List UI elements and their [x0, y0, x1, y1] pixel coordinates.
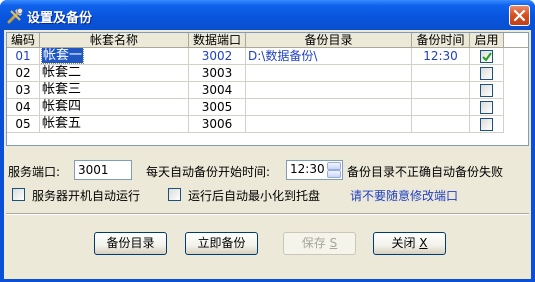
- save-hotkey: S: [329, 236, 338, 250]
- cell-code[interactable]: 02: [7, 65, 40, 82]
- autostart-label[interactable]: 服务器开机自动运行: [32, 187, 140, 204]
- close-icon: [513, 9, 526, 22]
- backup-time-spinner[interactable]: 12:30: [286, 160, 343, 180]
- close-hotkey: X: [419, 236, 428, 250]
- spinner-arrows: [327, 162, 341, 178]
- daily-backup-label: 每天自动备份开始时间:: [146, 165, 271, 179]
- cell-name[interactable]: 帐套五: [40, 116, 189, 133]
- table-row[interactable]: 05 帐套五 3006: [7, 116, 504, 133]
- enabled-checkbox[interactable]: [480, 118, 493, 131]
- check-icon: [482, 52, 492, 62]
- cell-time[interactable]: [412, 65, 470, 82]
- cell-enabled: [470, 48, 504, 65]
- cell-time[interactable]: [412, 99, 470, 116]
- cell-port[interactable]: 3003: [189, 65, 246, 82]
- col-header-dir[interactable]: 备份目录: [246, 33, 412, 48]
- enabled-checkbox[interactable]: [480, 50, 493, 63]
- table-row[interactable]: 01 帐套一 3002 D:\数据备份\ 12:30: [7, 48, 504, 65]
- cell-name[interactable]: 帐套三: [40, 82, 189, 99]
- enabled-checkbox[interactable]: [480, 101, 493, 114]
- backup-dir-button[interactable]: 备份目录: [94, 232, 167, 255]
- cell-dir[interactable]: [246, 82, 412, 99]
- col-header-filler: [504, 33, 528, 48]
- cell-time[interactable]: 12:30: [412, 48, 470, 65]
- dialog-window: 设置及备份 编码 帐套名称 数据端口 备份目录 备份时间 启用 01 帐套一 3…: [0, 0, 535, 282]
- spin-up-icon[interactable]: [327, 162, 341, 170]
- cell-port[interactable]: 3006: [189, 116, 246, 133]
- col-header-enabled[interactable]: 启用: [470, 33, 504, 48]
- cell-code[interactable]: 04: [7, 99, 40, 116]
- service-port-label: 服务端口:: [8, 165, 61, 179]
- tools-icon: [7, 8, 23, 24]
- cell-dir[interactable]: [246, 65, 412, 82]
- backup-dir-warning: 备份目录不正确自动备份失败: [347, 165, 504, 179]
- cell-code[interactable]: 05: [7, 116, 40, 133]
- spin-down-icon[interactable]: [327, 170, 341, 178]
- backup-now-button[interactable]: 立即备份: [185, 232, 258, 255]
- table-row[interactable]: 02 帐套二 3003: [7, 65, 504, 82]
- close-button[interactable]: 关闭 X: [373, 232, 446, 255]
- cell-time[interactable]: [412, 116, 470, 133]
- cell-dir[interactable]: [246, 116, 412, 133]
- divider: [6, 213, 529, 215]
- cell-time[interactable]: [412, 82, 470, 99]
- cell-name[interactable]: 帐套二: [40, 65, 189, 82]
- cell-enabled: [470, 82, 504, 99]
- settings-panel: 服务端口: 3001 每天自动备份开始时间: 12:30 备份目录不正确自动备份…: [6, 152, 529, 206]
- dialog-body: 编码 帐套名称 数据端口 备份目录 备份时间 启用 01 帐套一 3002 D:…: [4, 30, 531, 279]
- cell-enabled: [470, 116, 504, 133]
- save-button[interactable]: 保存 S: [283, 232, 356, 255]
- cell-name[interactable]: 帐套一: [40, 48, 189, 65]
- cell-enabled: [470, 65, 504, 82]
- table-row[interactable]: 04 帐套四 3005: [7, 99, 504, 116]
- window-title: 设置及备份: [27, 11, 93, 26]
- close-label: 关闭: [391, 236, 416, 250]
- backup-time-value: 12:30: [290, 162, 325, 176]
- minimize-label[interactable]: 运行后自动最小化到托盘: [188, 187, 320, 204]
- close-window-button[interactable]: [509, 5, 530, 26]
- cell-port[interactable]: 3002: [189, 48, 246, 65]
- table-header: 编码 帐套名称 数据端口 备份目录 备份时间 启用: [7, 33, 528, 48]
- title-bar[interactable]: 设置及备份: [0, 0, 535, 30]
- minimize-checkbox[interactable]: [168, 188, 181, 201]
- cell-dir[interactable]: [246, 99, 412, 116]
- col-header-port[interactable]: 数据端口: [189, 33, 246, 48]
- enabled-checkbox[interactable]: [480, 67, 493, 80]
- cell-code[interactable]: 01: [7, 48, 40, 65]
- autostart-checkbox[interactable]: [12, 188, 25, 201]
- col-header-time[interactable]: 备份时间: [412, 33, 470, 48]
- port-notice: 请不要随意修改端口: [350, 189, 459, 203]
- cell-dir[interactable]: D:\数据备份\: [246, 48, 412, 65]
- col-header-code[interactable]: 编码: [7, 33, 40, 48]
- cell-name[interactable]: 帐套四: [40, 99, 189, 116]
- selected-name[interactable]: 帐套一: [40, 48, 85, 64]
- cell-port[interactable]: 3004: [189, 82, 246, 99]
- enabled-checkbox[interactable]: [480, 84, 493, 97]
- col-header-name[interactable]: 帐套名称: [40, 33, 189, 48]
- cell-enabled: [470, 99, 504, 116]
- save-label: 保存: [301, 236, 326, 250]
- cell-port[interactable]: 3005: [189, 99, 246, 116]
- account-table[interactable]: 编码 帐套名称 数据端口 备份目录 备份时间 启用 01 帐套一 3002 D:…: [6, 32, 529, 146]
- service-port-input[interactable]: 3001: [74, 160, 132, 180]
- cell-code[interactable]: 03: [7, 82, 40, 99]
- table-row[interactable]: 03 帐套三 3004: [7, 82, 504, 99]
